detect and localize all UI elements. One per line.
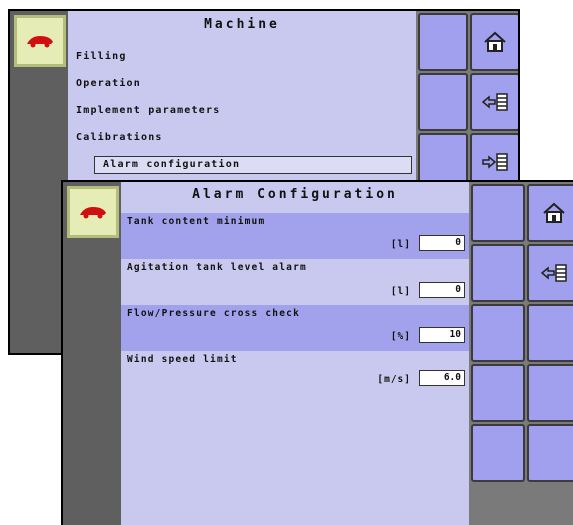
home-icon xyxy=(484,31,506,52)
home-icon xyxy=(543,202,565,223)
side-button-5[interactable] xyxy=(471,424,525,482)
side-button-2[interactable] xyxy=(471,244,525,302)
back-list-icon xyxy=(540,264,567,282)
setting-row-agitation-tank-level-alarm[interactable]: Agitation tank level alarm [l] 0 xyxy=(121,259,469,305)
alarm-configuration-screen: Alarm Configuration Tank content minimum… xyxy=(61,180,573,525)
machine-logo xyxy=(67,186,119,238)
forward-list-icon xyxy=(482,153,508,171)
side-button-9[interactable] xyxy=(527,424,573,482)
side-button-1[interactable] xyxy=(471,184,525,242)
side-button-3[interactable] xyxy=(471,304,525,362)
side-button-8[interactable] xyxy=(527,364,573,422)
setting-unit: [%] xyxy=(390,331,411,342)
menu-item-calibrations[interactable]: Calibrations xyxy=(68,132,416,143)
back-list-button[interactable] xyxy=(527,244,573,302)
page-title: Alarm Configuration xyxy=(192,187,398,202)
alarm-settings-panel: Alarm Configuration Tank content minimum… xyxy=(121,182,469,525)
setting-unit: [m/s] xyxy=(377,374,411,385)
setting-value-field[interactable]: 0 xyxy=(419,235,465,251)
setting-value-field[interactable]: 10 xyxy=(419,327,465,343)
menu-item-alarm-configuration[interactable]: Alarm configuration xyxy=(94,156,412,174)
side-button-2[interactable] xyxy=(418,73,468,131)
page-title: Machine xyxy=(204,17,280,32)
setting-row-flow-pressure-cross-check[interactable]: Flow/Pressure cross check [%] 10 xyxy=(121,305,469,351)
side-button-4[interactable] xyxy=(471,364,525,422)
back-list-button[interactable] xyxy=(470,73,518,131)
side-button-7[interactable] xyxy=(527,304,573,362)
setting-label: Flow/Pressure cross check xyxy=(127,308,300,319)
sprayer-icon xyxy=(27,36,53,48)
home-button[interactable] xyxy=(527,184,573,242)
setting-unit: [l] xyxy=(390,286,411,297)
side-button-1[interactable] xyxy=(418,13,468,71)
sprayer-icon xyxy=(80,207,106,219)
setting-label: Tank content minimum xyxy=(127,216,266,227)
menu-item-filling[interactable]: Filling xyxy=(68,51,416,62)
setting-row-wind-speed-limit[interactable]: Wind speed limit [m/s] 6.0 xyxy=(121,351,469,397)
setting-label: Agitation tank level alarm xyxy=(127,262,307,273)
setting-label: Wind speed limit xyxy=(127,354,238,365)
menu-item-operation[interactable]: Operation xyxy=(68,78,416,89)
setting-unit: [l] xyxy=(390,239,411,250)
setting-value-field[interactable]: 6.0 xyxy=(419,370,465,386)
home-button[interactable] xyxy=(470,13,518,71)
machine-logo xyxy=(14,15,66,67)
back-list-icon xyxy=(481,93,508,111)
menu-item-implement-parameters[interactable]: Implement parameters xyxy=(68,105,416,116)
setting-row-tank-content-minimum[interactable]: Tank content minimum [l] 0 xyxy=(121,213,469,259)
setting-value-field[interactable]: 0 xyxy=(419,282,465,298)
